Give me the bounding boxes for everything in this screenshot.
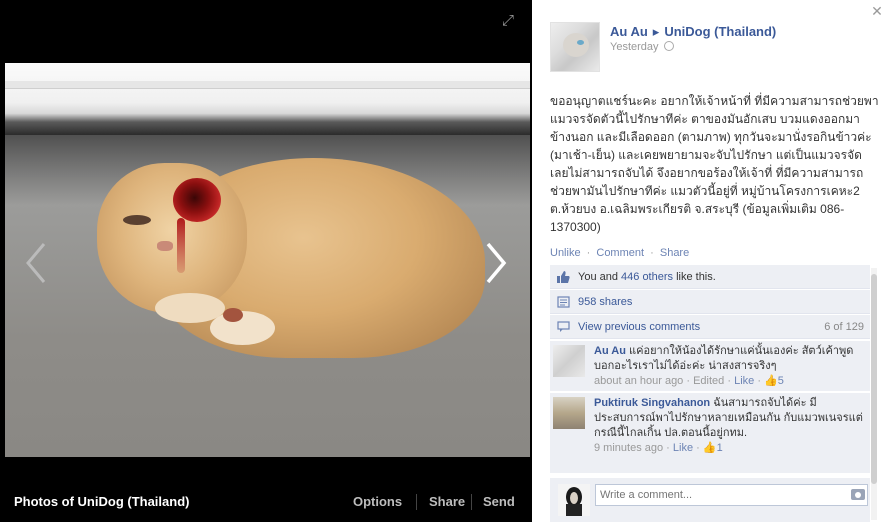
comment-time[interactable]: about an hour ago: [594, 375, 683, 387]
comment-bubble-icon: [557, 321, 570, 332]
arrow-right-icon: ▸: [652, 24, 660, 39]
post-time-text[interactable]: Yesterday: [610, 41, 659, 53]
comment-item: Puktiruk Singvahanon ฉันสามารถจับได้ค่ะ …: [550, 393, 870, 473]
comment-input[interactable]: [595, 484, 868, 506]
post-side-panel: ✕ Au Au ▸ UniDog (Thailand) Yesterday ขออน…: [532, 0, 892, 522]
unlike-link[interactable]: Unlike: [550, 247, 581, 259]
edited-label[interactable]: Edited: [693, 375, 724, 387]
comment-meta: 9 minutes ago · Like · 👍1: [594, 442, 723, 454]
author-name-link[interactable]: Au Au: [610, 24, 648, 39]
shares-row: 958 shares: [550, 290, 870, 314]
comment-time[interactable]: 9 minutes ago: [594, 442, 663, 454]
view-previous-comments-link[interactable]: View previous comments: [578, 321, 700, 333]
options-button[interactable]: Options: [353, 494, 402, 509]
comment-likes-count[interactable]: 👍5: [764, 375, 784, 387]
previous-photo-arrow-icon[interactable]: [20, 238, 54, 288]
action-separator: ·: [586, 247, 591, 259]
shares-icon: [557, 296, 570, 308]
target-page-link[interactable]: UniDog (Thailand): [664, 24, 776, 39]
cat-photo: [5, 63, 530, 457]
footer-divider: [471, 494, 472, 510]
close-icon[interactable]: ✕: [870, 4, 884, 18]
globe-icon[interactable]: [663, 41, 674, 51]
feedback-box: You and 446 others like this. 958 shares…: [550, 265, 870, 340]
camera-icon[interactable]: [851, 489, 865, 500]
author-avatar[interactable]: [550, 22, 600, 72]
send-button[interactable]: Send: [483, 494, 515, 509]
comment-link[interactable]: Comment: [596, 247, 644, 259]
comment-likes-number: 5: [777, 375, 784, 387]
comment-like-link[interactable]: Like: [734, 375, 754, 387]
commenter-avatar[interactable]: [553, 345, 585, 377]
likes-others-link[interactable]: 446 others: [621, 271, 673, 283]
album-title[interactable]: Photos of UniDog (Thailand): [14, 494, 189, 509]
comment-likes-count[interactable]: 👍1: [703, 442, 723, 454]
comment-text: แค่อยากให้น้องได้รักษาแค่นั้นเองค่ะ สัตว…: [594, 345, 854, 372]
write-comment-row: [550, 478, 870, 522]
next-photo-arrow-icon[interactable]: [478, 238, 512, 288]
commenter-name[interactable]: Au Au: [594, 345, 626, 357]
post-timestamp: Yesterday: [610, 41, 674, 53]
comment-count: 6 of 129: [824, 321, 864, 333]
thumbs-up-icon: [557, 271, 570, 283]
share-button[interactable]: Share: [429, 494, 465, 509]
commenter-avatar[interactable]: [553, 397, 585, 429]
post-actions: Unlike · Comment · Share: [550, 247, 689, 259]
thumbs-up-icon: 👍: [702, 442, 717, 454]
comment-likes-number: 1: [716, 442, 723, 454]
action-separator: ·: [650, 247, 654, 259]
footer-divider: [416, 494, 417, 510]
comment-item: Au Au แค่อยากให้น้องได้รักษาแค่นั้นเองค่…: [550, 341, 870, 391]
thumbs-up-icon: 👍: [764, 375, 778, 387]
likes-you-text: You and: [578, 271, 622, 283]
fullscreen-icon[interactable]: ⤢: [499, 12, 517, 30]
likes-tail-text: like this.: [673, 271, 716, 283]
likes-row: You and 446 others like this.: [550, 265, 870, 289]
current-user-avatar: [558, 484, 590, 516]
post-header: Au Au ▸ UniDog (Thailand): [610, 24, 776, 40]
photo-viewer-stage: ⤢ Photos of UniDog (Thailand) Options Sh…: [0, 0, 532, 522]
photo-footer: Photos of UniDog (Thailand) Options Shar…: [0, 486, 532, 518]
shares-link[interactable]: 958 shares: [578, 296, 632, 308]
view-previous-row: View previous comments 6 of 129: [550, 315, 870, 339]
share-link[interactable]: Share: [660, 247, 689, 259]
panel-scrollbar[interactable]: [871, 268, 877, 520]
commenter-name[interactable]: Puktiruk Singvahanon: [594, 397, 710, 409]
post-message: ขออนุญาตแชร์นะคะ อยากให้เจ้าหน้าที่ ที่ม…: [550, 94, 879, 234]
comment-meta: about an hour ago · Edited · Like · 👍5: [594, 375, 784, 387]
scrollbar-thumb[interactable]: [871, 274, 877, 484]
comment-like-link[interactable]: Like: [673, 442, 693, 454]
